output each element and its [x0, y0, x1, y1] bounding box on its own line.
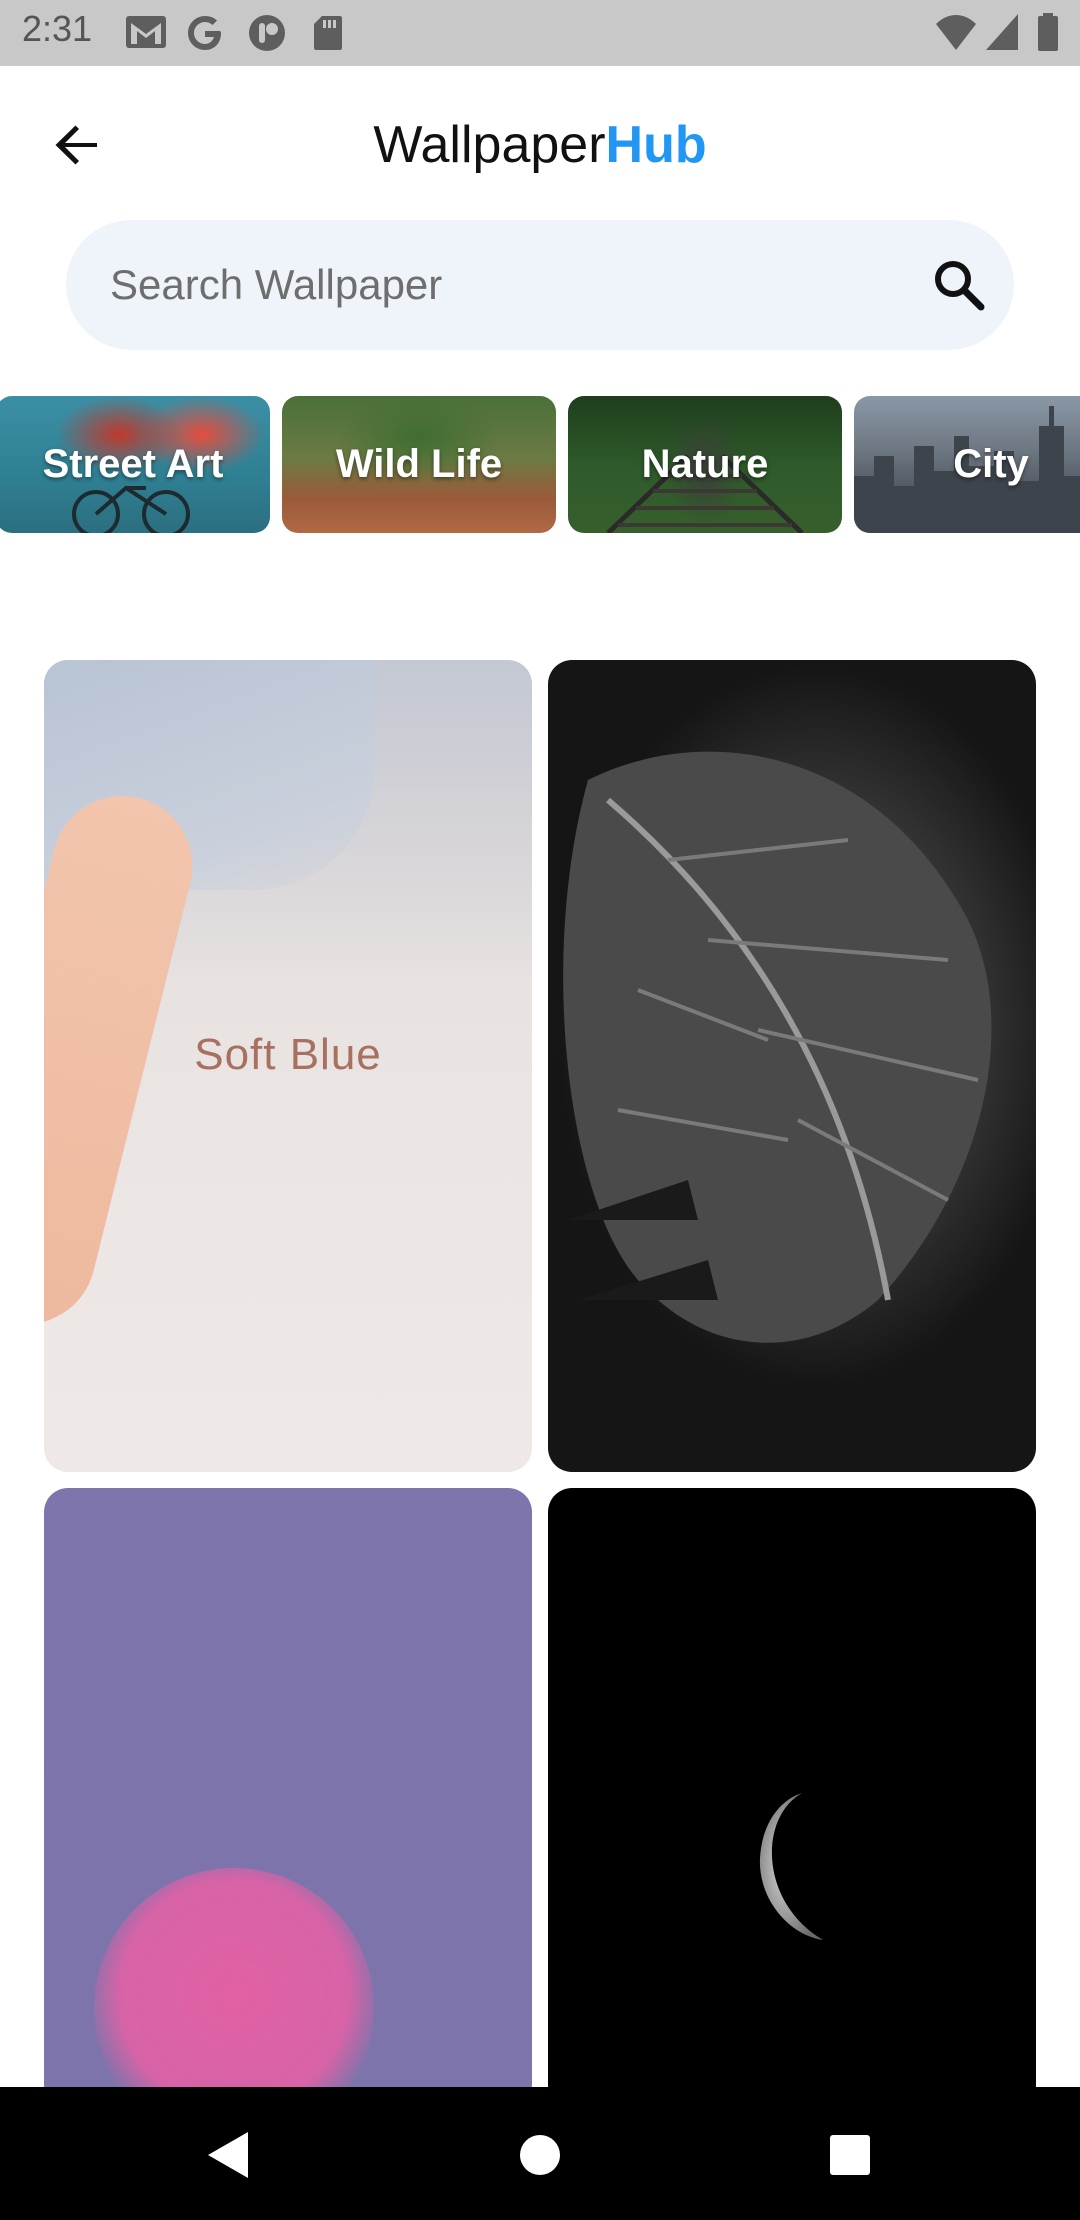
- home-circle-icon: [520, 2135, 560, 2175]
- status-time: 2:31: [22, 8, 93, 49]
- wallpaper-tile[interactable]: Soft Blue: [44, 660, 532, 1472]
- nav-home-button[interactable]: [508, 2123, 572, 2187]
- category-wild-life[interactable]: Wild Life: [282, 396, 556, 533]
- monstera-leaf-illustration: [563, 751, 992, 1343]
- app-title-accent: Hub: [605, 116, 707, 174]
- wallpaper-caption: Soft Blue: [194, 1030, 382, 1079]
- wallpaper-hub-screen: 2:31 WallpaperHub Search Wallpaper Stree…: [0, 0, 1080, 2220]
- system-nav-bar: [0, 2087, 1080, 2220]
- search-icon: [935, 261, 985, 311]
- app-icon: [248, 14, 286, 57]
- category-list: Street Art Wild Life Nature City: [0, 396, 1080, 534]
- search-button[interactable]: [924, 250, 994, 320]
- battery-icon: [1036, 12, 1060, 57]
- category-label: Nature: [641, 442, 769, 486]
- search-input[interactable]: [110, 220, 910, 350]
- category-label: City: [953, 442, 1029, 486]
- nav-recents-button[interactable]: [818, 2123, 882, 2187]
- pink-sun-shape: [94, 1868, 374, 2108]
- category-street-art[interactable]: Street Art: [0, 396, 270, 533]
- wallpaper-tile[interactable]: [44, 1488, 532, 2108]
- gmail-icon: [124, 14, 168, 55]
- signal-icon: [984, 12, 1020, 57]
- sd-card-icon: [312, 14, 344, 57]
- category-label: Wild Life: [335, 442, 503, 486]
- crescent-moon-illustration: [759, 1793, 823, 1940]
- wallpaper-tile[interactable]: [548, 1488, 1036, 2108]
- category-nature[interactable]: Nature: [568, 396, 842, 533]
- category-city[interactable]: City: [854, 396, 1080, 533]
- category-label: Street Art: [42, 442, 224, 486]
- status-bar: 2:31: [0, 0, 1080, 66]
- back-triangle-icon: [208, 2132, 248, 2178]
- recents-square-icon: [830, 2135, 870, 2175]
- search-bar: [66, 220, 1014, 350]
- wallpaper-tile[interactable]: [548, 660, 1036, 1472]
- app-title-primary: Wallpaper: [373, 116, 606, 174]
- wifi-icon: [934, 12, 978, 57]
- google-icon: [186, 14, 224, 57]
- app-title: WallpaperHub: [0, 112, 1080, 178]
- nav-back-button[interactable]: [196, 2123, 260, 2187]
